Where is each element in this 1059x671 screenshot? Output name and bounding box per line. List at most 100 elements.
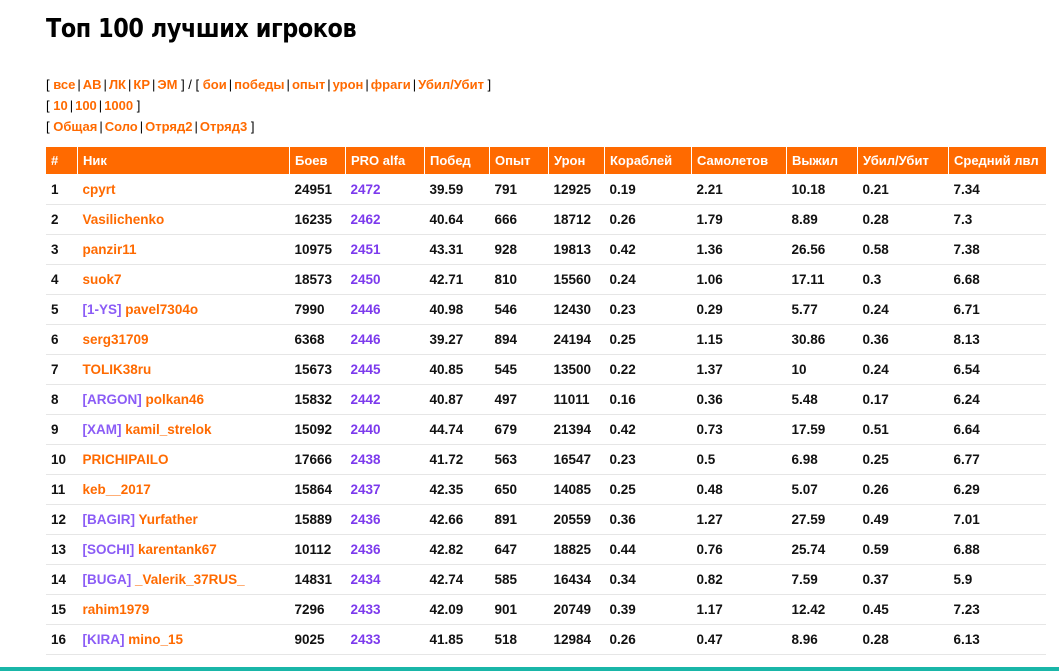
filter-metric-kd[interactable]: Убил/Убит xyxy=(418,77,484,92)
player-nick-link[interactable]: keb__2017 xyxy=(83,482,151,497)
damage-cell: 21394 xyxy=(548,414,605,445)
exp-cell: 891 xyxy=(489,504,549,535)
player-nick-link[interactable]: mino_15 xyxy=(128,632,183,647)
pro-alfa-cell: 2438 xyxy=(345,444,425,475)
pro-alfa-cell: 2433 xyxy=(345,624,425,655)
player-nick-link[interactable]: PRICHIPAILO xyxy=(83,452,169,467)
col-nick[interactable]: Ник xyxy=(77,147,290,174)
player-nick-link[interactable]: Yurfather xyxy=(139,512,198,527)
avg-level-cell: 6.54 xyxy=(948,354,1046,385)
filter-mode-solo[interactable]: Соло xyxy=(105,119,138,134)
col-kd[interactable]: Убил/Убит xyxy=(857,147,949,174)
col-battles[interactable]: Боев xyxy=(289,147,346,174)
battles-cell: 10975 xyxy=(289,234,346,265)
col-wins[interactable]: Побед xyxy=(424,147,490,174)
ships-cell: 0.39 xyxy=(604,594,692,625)
survived-cell: 10 xyxy=(786,354,858,385)
clan-tag-link[interactable]: [XAM] xyxy=(83,422,122,437)
ships-cell: 0.26 xyxy=(604,624,692,655)
player-nick-link[interactable]: serg31709 xyxy=(83,332,149,347)
damage-cell: 12430 xyxy=(548,294,605,325)
rank-cell: 7 xyxy=(46,354,78,385)
battles-cell: 15889 xyxy=(289,504,346,535)
player-nick-link[interactable]: panzir11 xyxy=(83,242,137,257)
clan-tag-link[interactable]: [BAGIR] xyxy=(83,512,136,527)
filter-metric-damage[interactable]: урон xyxy=(333,77,364,92)
col-survived[interactable]: Выжил xyxy=(786,147,858,174)
filter-type-av[interactable]: АВ xyxy=(83,77,102,92)
rank-cell: 11 xyxy=(46,474,78,505)
player-nick-link[interactable]: kamil_strelok xyxy=(125,422,211,437)
col-ships[interactable]: Кораблей xyxy=(604,147,692,174)
kd-cell: 0.36 xyxy=(857,324,949,355)
ships-cell: 0.36 xyxy=(604,504,692,535)
filter-type-em[interactable]: ЭМ xyxy=(157,77,177,92)
col-planes[interactable]: Самолетов xyxy=(691,147,787,174)
wins-cell: 42.35 xyxy=(424,474,490,505)
avg-level-cell: 6.64 xyxy=(948,414,1046,445)
player-nick-link[interactable]: Vasilichenko xyxy=(83,212,165,227)
planes-cell: 1.37 xyxy=(691,354,787,385)
kd-cell: 0.25 xyxy=(857,444,949,475)
clan-tag-link[interactable]: [ARGON] xyxy=(83,392,142,407)
filter-metric-wins[interactable]: победы xyxy=(234,77,284,92)
col-exp[interactable]: Опыт xyxy=(489,147,549,174)
filter-metric-frags[interactable]: фраги xyxy=(371,77,411,92)
player-nick-link[interactable]: cpyrt xyxy=(83,182,116,197)
kd-cell: 0.28 xyxy=(857,204,949,235)
clan-tag-link[interactable]: [KIRA] xyxy=(83,632,125,647)
col-damage[interactable]: Урон xyxy=(548,147,605,174)
filter-metric-battles[interactable]: бои xyxy=(203,77,227,92)
clan-tag-link[interactable]: [SOCHI] xyxy=(83,542,135,557)
filter-count-1000[interactable]: 1000 xyxy=(104,98,133,113)
pro-alfa-cell: 2446 xyxy=(345,324,425,355)
rank-cell: 13 xyxy=(46,534,78,565)
filter-mode-total[interactable]: Общая xyxy=(53,119,97,134)
player-nick-link[interactable]: pavel7304o xyxy=(125,302,198,317)
survived-cell: 27.59 xyxy=(786,504,858,535)
filter-mode-squad3[interactable]: Отряд3 xyxy=(200,119,247,134)
player-nick-link[interactable]: karentank67 xyxy=(138,542,217,557)
battles-cell: 15673 xyxy=(289,354,346,385)
nick-cell: keb__2017 xyxy=(77,474,290,505)
player-nick-link[interactable]: TOLIK38ru xyxy=(83,362,152,377)
player-nick-link[interactable]: suok7 xyxy=(83,272,122,287)
filter-type-kr[interactable]: КР xyxy=(133,77,150,92)
survived-cell: 12.42 xyxy=(786,594,858,625)
filter-type-all[interactable]: все xyxy=(53,77,75,92)
filter-mode-squad2[interactable]: Отряд2 xyxy=(145,119,192,134)
ships-cell: 0.19 xyxy=(604,174,692,205)
exp-cell: 666 xyxy=(489,204,549,235)
filter-count-100[interactable]: 100 xyxy=(75,98,97,113)
player-nick-link[interactable]: polkan46 xyxy=(146,392,205,407)
table-row: 7 TOLIK38ru 15673 2445 40.85 545 13500 0.22 1.37… xyxy=(46,354,1046,385)
col-pro-alfa[interactable]: PRO alfa xyxy=(345,147,425,174)
avg-level-cell: 5.9 xyxy=(948,564,1046,595)
wins-cell: 42.71 xyxy=(424,264,490,295)
nick-cell: serg31709 xyxy=(77,324,290,355)
wins-cell: 42.74 xyxy=(424,564,490,595)
filter-row-mode: [ Общая | Соло | Отряд2 | Отряд3 ] xyxy=(46,119,255,134)
filter-type-lk[interactable]: ЛК xyxy=(109,77,126,92)
col-avg-level[interactable]: Средний лвл xyxy=(948,147,1046,174)
filter-count-10[interactable]: 10 xyxy=(53,98,67,113)
kd-cell: 0.24 xyxy=(857,294,949,325)
exp-cell: 545 xyxy=(489,354,549,385)
pro-alfa-cell: 2433 xyxy=(345,594,425,625)
clan-tag-link[interactable]: [1-YS] xyxy=(83,302,122,317)
player-nick-link[interactable]: _Valerik_37RUS_ xyxy=(135,572,245,587)
nick-cell: [1-YS] pavel7304o xyxy=(77,294,290,325)
planes-cell: 1.79 xyxy=(691,204,787,235)
nick-cell: cpyrt xyxy=(77,174,290,205)
survived-cell: 30.86 xyxy=(786,324,858,355)
kd-cell: 0.28 xyxy=(857,624,949,655)
table-row: 3 panzir11 10975 2451 43.31 928 19813 0.42 1.36 2… xyxy=(46,234,1046,265)
player-nick-link[interactable]: rahim1979 xyxy=(83,602,150,617)
battles-cell: 7296 xyxy=(289,594,346,625)
filter-metric-exp[interactable]: опыт xyxy=(292,77,325,92)
avg-level-cell: 6.68 xyxy=(948,264,1046,295)
col-rank[interactable]: # xyxy=(46,147,78,174)
clan-tag-link[interactable]: [BUGA] xyxy=(83,572,132,587)
nick-cell: [XAM] kamil_strelok xyxy=(77,414,290,445)
ships-cell: 0.34 xyxy=(604,564,692,595)
